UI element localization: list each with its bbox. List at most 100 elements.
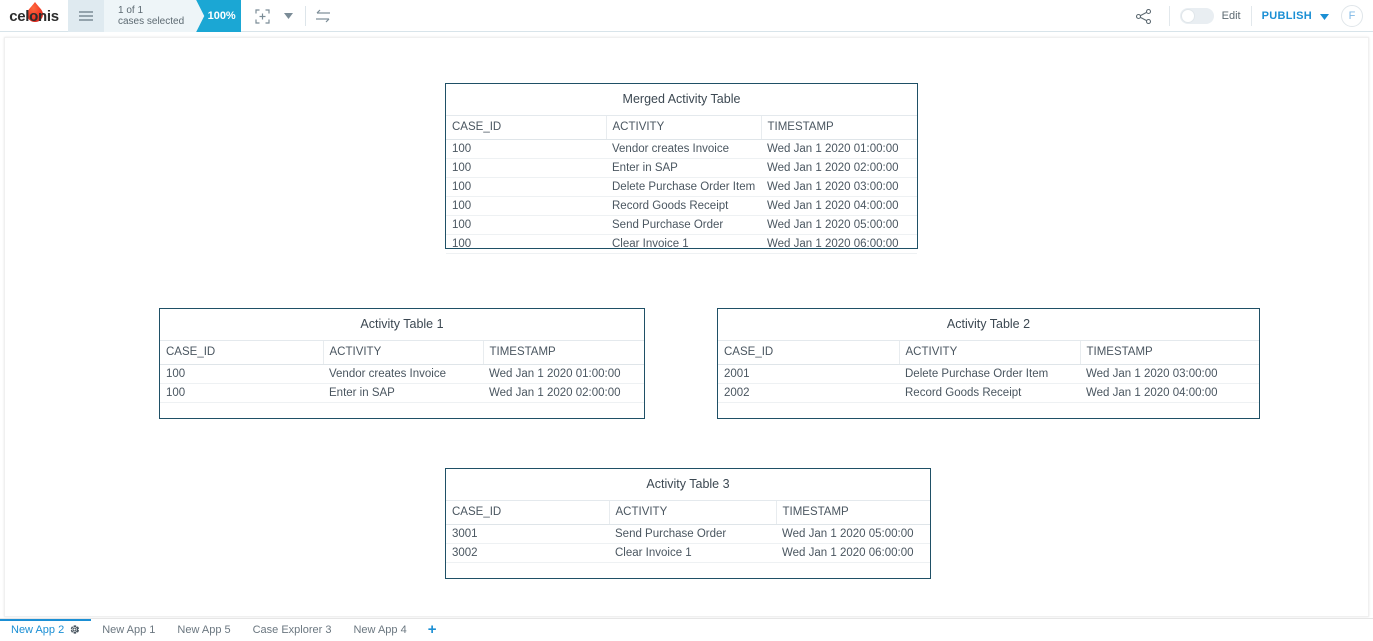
cell-timestamp: Wed Jan 1 2020 06:00:00 bbox=[761, 235, 917, 254]
tools-dropdown-button[interactable] bbox=[275, 0, 301, 32]
cell-case-id: 100 bbox=[160, 365, 323, 384]
avatar[interactable]: F bbox=[1341, 5, 1363, 27]
header-spacer bbox=[344, 0, 1128, 31]
cell-case-id: 2001 bbox=[718, 365, 899, 384]
column-header-activity[interactable]: ACTIVITY bbox=[323, 341, 483, 365]
header-tool-group bbox=[241, 0, 344, 32]
cell-timestamp: Wed Jan 1 2020 04:00:00 bbox=[761, 197, 917, 216]
tab-label: New App 4 bbox=[353, 624, 406, 636]
cell-activity: Enter in SAP bbox=[606, 159, 761, 178]
cell-case-id: 100 bbox=[446, 235, 606, 254]
tab-new-app-4[interactable]: New App 4 bbox=[342, 619, 417, 641]
cell-timestamp: Wed Jan 1 2020 03:00:00 bbox=[1080, 365, 1259, 384]
column-header-case-id[interactable]: CASE_ID bbox=[160, 341, 323, 365]
cell-case-id: 100 bbox=[446, 159, 606, 178]
widget-title: Activity Table 1 bbox=[160, 309, 644, 341]
data-table: CASE_ID ACTIVITY TIMESTAMP 100 Vendor cr… bbox=[160, 341, 644, 403]
celonis-logo-text: celonis bbox=[9, 8, 59, 25]
tab-new-app-5[interactable]: New App 5 bbox=[166, 619, 241, 641]
toolbar-divider bbox=[305, 6, 306, 26]
column-header-activity[interactable]: ACTIVITY bbox=[606, 116, 761, 140]
table-row[interactable]: 100 Send Purchase Order Wed Jan 1 2020 0… bbox=[446, 216, 917, 235]
cell-activity: Clear Invoice 1 bbox=[609, 544, 776, 563]
widget-activity-table-3[interactable]: Activity Table 3 CASE_ID ACTIVITY TIMEST… bbox=[445, 468, 931, 579]
selection-counts: 1 of 1 cases selected bbox=[118, 5, 184, 27]
cell-activity: Delete Purchase Order Item bbox=[899, 365, 1080, 384]
widget-activity-table-1[interactable]: Activity Table 1 CASE_ID ACTIVITY TIMEST… bbox=[159, 308, 645, 419]
share-button[interactable] bbox=[1129, 0, 1159, 32]
table-header-row: CASE_ID ACTIVITY TIMESTAMP bbox=[446, 501, 930, 525]
cell-activity: Clear Invoice 1 bbox=[606, 235, 761, 254]
header-divider-1 bbox=[1169, 6, 1170, 26]
publish-button[interactable]: PUBLISH bbox=[1262, 10, 1312, 22]
table-row[interactable]: 100 Vendor creates Invoice Wed Jan 1 202… bbox=[446, 140, 917, 159]
cell-timestamp: Wed Jan 1 2020 01:00:00 bbox=[483, 365, 644, 384]
selection-summary[interactable]: 1 of 1 cases selected 100% bbox=[104, 0, 241, 32]
table-row[interactable]: 100 Vendor creates Invoice Wed Jan 1 202… bbox=[160, 365, 644, 384]
column-header-timestamp[interactable]: TIMESTAMP bbox=[1080, 341, 1259, 365]
column-header-activity[interactable]: ACTIVITY bbox=[899, 341, 1080, 365]
cell-activity: Send Purchase Order bbox=[609, 525, 776, 544]
cell-activity: Send Purchase Order bbox=[606, 216, 761, 235]
cell-timestamp: Wed Jan 1 2020 03:00:00 bbox=[761, 178, 917, 197]
tab-settings-button[interactable] bbox=[69, 624, 80, 635]
edit-toggle-knob bbox=[1181, 9, 1195, 23]
column-header-case-id[interactable]: CASE_ID bbox=[718, 341, 899, 365]
column-header-timestamp[interactable]: TIMESTAMP bbox=[483, 341, 644, 365]
swap-button[interactable] bbox=[310, 0, 336, 32]
cell-activity: Record Goods Receipt bbox=[899, 384, 1080, 403]
column-header-timestamp[interactable]: TIMESTAMP bbox=[761, 116, 917, 140]
celonis-logo[interactable]: celonis bbox=[0, 0, 68, 32]
column-header-timestamp[interactable]: TIMESTAMP bbox=[776, 501, 930, 525]
header-divider-2 bbox=[1251, 6, 1252, 26]
add-tab-button[interactable]: + bbox=[418, 622, 447, 637]
table-row[interactable]: 100 Clear Invoice 1 Wed Jan 1 2020 06:00… bbox=[446, 235, 917, 254]
table-row[interactable]: 100 Enter in SAP Wed Jan 1 2020 02:00:00 bbox=[446, 159, 917, 178]
table-row[interactable]: 2002 Record Goods Receipt Wed Jan 1 2020… bbox=[718, 384, 1259, 403]
app-header: celonis 1 of 1 cases selected 100% bbox=[0, 0, 1373, 32]
cell-activity: Vendor creates Invoice bbox=[606, 140, 761, 159]
header-right-group: Edit PUBLISH F bbox=[1129, 0, 1373, 32]
gear-icon bbox=[69, 624, 80, 635]
tab-new-app-2[interactable]: New App 2 bbox=[0, 619, 91, 641]
table-row[interactable]: 3002 Clear Invoice 1 Wed Jan 1 2020 06:0… bbox=[446, 544, 930, 563]
cell-timestamp: Wed Jan 1 2020 01:00:00 bbox=[761, 140, 917, 159]
table-row[interactable]: 2001 Delete Purchase Order Item Wed Jan … bbox=[718, 365, 1259, 384]
cell-timestamp: Wed Jan 1 2020 02:00:00 bbox=[761, 159, 917, 178]
widget-activity-table-2[interactable]: Activity Table 2 CASE_ID ACTIVITY TIMEST… bbox=[717, 308, 1260, 419]
hamburger-menu-button[interactable] bbox=[68, 0, 104, 32]
widget-title: Activity Table 3 bbox=[446, 469, 930, 501]
table-row[interactable]: 3001 Send Purchase Order Wed Jan 1 2020 … bbox=[446, 525, 930, 544]
table-row[interactable]: 100 Enter in SAP Wed Jan 1 2020 02:00:00 bbox=[160, 384, 644, 403]
cell-timestamp: Wed Jan 1 2020 06:00:00 bbox=[776, 544, 930, 563]
table-row[interactable]: 100 Delete Purchase Order Item Wed Jan 1… bbox=[446, 178, 917, 197]
dashboard-canvas: Merged Activity Table CASE_ID ACTIVITY T… bbox=[4, 37, 1369, 617]
publish-dropdown-button[interactable] bbox=[1320, 7, 1329, 25]
edit-mode-toggle[interactable] bbox=[1180, 8, 1214, 24]
column-header-case-id[interactable]: CASE_ID bbox=[446, 116, 606, 140]
data-table: CASE_ID ACTIVITY TIMESTAMP 3001 Send Pur… bbox=[446, 501, 930, 563]
tab-case-explorer-3[interactable]: Case Explorer 3 bbox=[242, 619, 343, 641]
swap-arrows-icon bbox=[315, 9, 331, 23]
cell-case-id: 100 bbox=[446, 216, 606, 235]
column-header-case-id[interactable]: CASE_ID bbox=[446, 501, 609, 525]
tab-label: Case Explorer 3 bbox=[253, 624, 332, 636]
cell-case-id: 100 bbox=[160, 384, 323, 403]
add-selection-button[interactable] bbox=[249, 0, 275, 32]
table-row[interactable]: 100 Record Goods Receipt Wed Jan 1 2020 … bbox=[446, 197, 917, 216]
cell-timestamp: Wed Jan 1 2020 05:00:00 bbox=[776, 525, 930, 544]
table-header-row: CASE_ID ACTIVITY TIMESTAMP bbox=[160, 341, 644, 365]
tab-label: New App 5 bbox=[177, 624, 230, 636]
chevron-down-icon bbox=[1320, 14, 1329, 20]
column-header-activity[interactable]: ACTIVITY bbox=[609, 501, 776, 525]
tab-label: New App 1 bbox=[102, 624, 155, 636]
cell-case-id: 3002 bbox=[446, 544, 609, 563]
edit-mode-label: Edit bbox=[1222, 10, 1241, 22]
selection-percent-badge: 100% bbox=[196, 0, 241, 32]
cell-activity: Delete Purchase Order Item bbox=[606, 178, 761, 197]
widget-title: Activity Table 2 bbox=[718, 309, 1259, 341]
cell-case-id: 100 bbox=[446, 178, 606, 197]
widget-merged-activity-table[interactable]: Merged Activity Table CASE_ID ACTIVITY T… bbox=[445, 83, 918, 249]
app-tab-bar: New App 2 New App 1 New App 5 Case Explo… bbox=[0, 618, 1373, 640]
tab-new-app-1[interactable]: New App 1 bbox=[91, 619, 166, 641]
